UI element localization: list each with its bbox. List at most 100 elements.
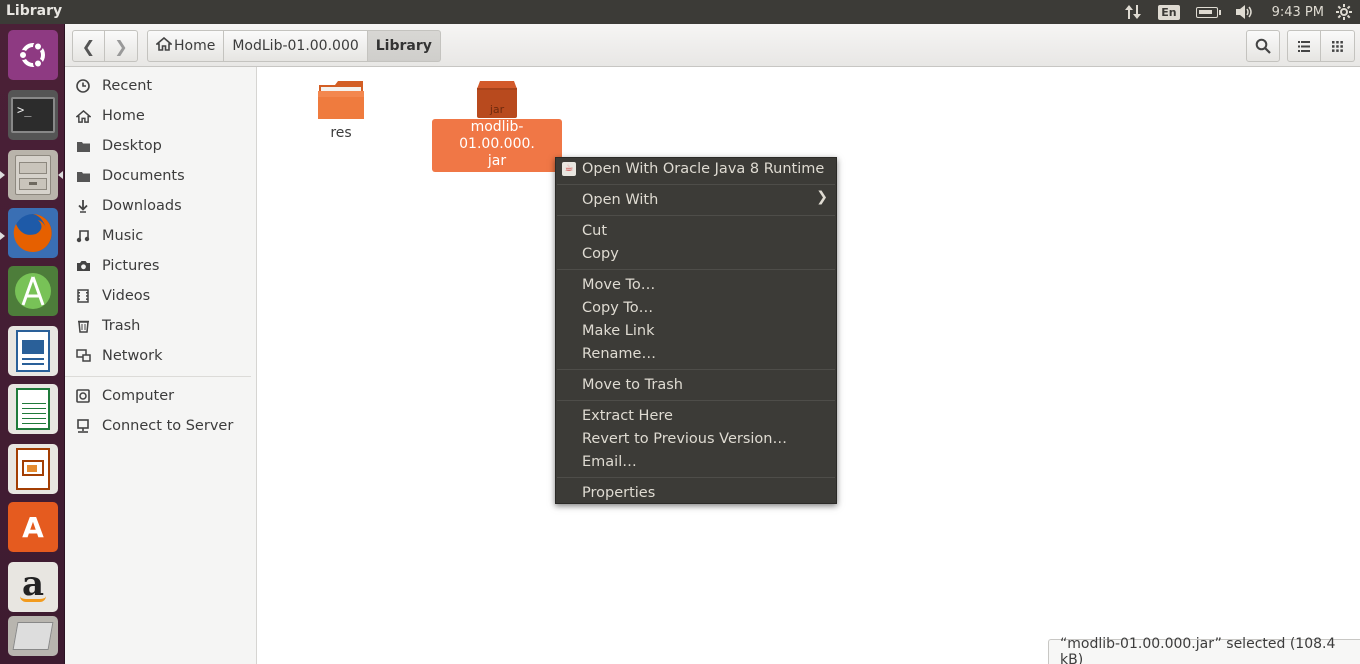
menu-extract-here[interactable]: Extract Here	[582, 405, 673, 427]
menu-copy[interactable]: Copy	[582, 243, 619, 265]
running-indicator	[0, 232, 5, 240]
back-button[interactable]: ❮	[72, 30, 105, 62]
search-icon	[1255, 38, 1271, 54]
breadcrumb-home[interactable]: Home	[147, 30, 225, 62]
battery-icon[interactable]	[1188, 0, 1226, 24]
software-center-icon[interactable]: A	[8, 502, 58, 552]
menu-separator	[557, 369, 835, 370]
volume-icon[interactable]	[1226, 0, 1262, 24]
chevron-right-icon: ❯	[816, 189, 828, 205]
network-icon	[75, 348, 91, 364]
clock[interactable]: 9:43 PM	[1262, 0, 1334, 24]
sidebar-item-computer[interactable]: Computer	[65, 381, 256, 411]
view-buttons	[1287, 30, 1355, 62]
server-icon	[75, 418, 91, 434]
firefox-icon[interactable]	[8, 208, 58, 258]
menu-revert-version[interactable]: Revert to Previous Version…	[582, 428, 787, 450]
menu-rename[interactable]: Rename…	[582, 343, 656, 365]
calc-icon[interactable]	[8, 384, 58, 434]
sidebar-item-label: Computer	[102, 388, 175, 404]
chevron-left-icon: ❮	[81, 36, 96, 56]
desktop-folder-icon	[75, 138, 91, 154]
file-name-selected: modlib-01.00.000. jar	[432, 119, 562, 172]
menu-separator	[557, 184, 835, 185]
workspace-icon[interactable]	[8, 616, 58, 656]
menu-email[interactable]: Email…	[582, 451, 637, 473]
file-cabinet-icon[interactable]	[8, 150, 58, 200]
java-icon: ☕	[562, 162, 576, 176]
menu-cut[interactable]: Cut	[582, 220, 607, 242]
navigation-buttons: ❮ ❯	[72, 30, 138, 62]
trash-icon	[75, 318, 91, 334]
gear-icon[interactable]	[1334, 0, 1360, 24]
android-studio-icon[interactable]	[8, 266, 58, 316]
sidebar-item-label: Home	[102, 108, 145, 124]
archive-badge: jar	[489, 103, 505, 116]
menu-open-with[interactable]: Open With	[582, 189, 658, 211]
sidebar-item-recent[interactable]: Recent	[65, 71, 256, 101]
search-button[interactable]	[1246, 30, 1280, 62]
sidebar-item-label: Documents	[102, 168, 185, 184]
writer-icon[interactable]	[8, 326, 58, 376]
sidebar-item-label: Pictures	[102, 258, 160, 274]
clock-icon	[75, 78, 91, 94]
menu-separator	[557, 215, 835, 216]
documents-icon	[75, 168, 91, 184]
menu-separator	[557, 477, 835, 478]
amazon-icon[interactable]: a	[8, 562, 58, 612]
sidebar-item-music[interactable]: Music	[65, 221, 256, 251]
context-menu: ☕ Open With Oracle Java 8 Runtime Open W…	[555, 157, 837, 504]
grid-icon	[1332, 40, 1343, 52]
ubuntu-logo-icon[interactable]	[8, 30, 58, 80]
sidebar-item-connect-to-server[interactable]: Connect to Server	[65, 411, 256, 441]
menu-move-to-trash[interactable]: Move to Trash	[582, 374, 683, 396]
sidebar: Recent Home Desktop Documents Downloads …	[65, 67, 257, 664]
chevron-right-icon: ❯	[114, 36, 128, 56]
breadcrumb-label: Home	[174, 38, 216, 54]
terminal-icon[interactable]: >_	[8, 90, 58, 140]
network-updown-icon[interactable]	[1116, 0, 1150, 24]
sidebar-item-label: Videos	[102, 288, 151, 304]
file-name: res	[330, 125, 352, 141]
system-tray: En 9:43 PM	[1116, 0, 1360, 24]
menu-open-with-java[interactable]: Open With Oracle Java 8 Runtime	[582, 158, 824, 180]
sidebar-item-home[interactable]: Home	[65, 101, 256, 131]
window-title: Library	[6, 3, 63, 19]
sidebar-item-trash[interactable]: Trash	[65, 311, 256, 341]
sidebar-item-downloads[interactable]: Downloads	[65, 191, 256, 221]
home-icon	[154, 36, 174, 55]
menu-move-to[interactable]: Move To…	[582, 274, 655, 296]
sidebar-item-pictures[interactable]: Pictures	[65, 251, 256, 281]
impress-icon[interactable]	[8, 444, 58, 494]
list-view-icon	[1298, 40, 1310, 52]
status-bar: “modlib-01.00.000.jar” selected (108.4 k…	[1048, 636, 1360, 664]
camera-icon	[75, 258, 91, 274]
top-panel: Library En 9:43 PM	[0, 0, 1360, 24]
launcher: >_ A a	[0, 24, 65, 664]
breadcrumb-modlib[interactable]: ModLib-01.00.000	[224, 30, 368, 62]
grid-menu-button[interactable]	[1321, 30, 1355, 62]
sidebar-item-videos[interactable]: Videos	[65, 281, 256, 311]
toolbar: ❮ ❯ Home ModLib-01.00.000 Library	[65, 24, 1360, 67]
list-view-button[interactable]	[1287, 30, 1321, 62]
sidebar-item-desktop[interactable]: Desktop	[65, 131, 256, 161]
menu-copy-to[interactable]: Copy To…	[582, 297, 653, 319]
menu-properties[interactable]: Properties	[582, 482, 655, 504]
focus-indicator	[58, 171, 63, 179]
forward-button[interactable]: ❯	[105, 30, 138, 62]
keyboard-layout-label: En	[1158, 4, 1180, 20]
file-item-res[interactable]: res	[311, 79, 371, 142]
menu-make-link[interactable]: Make Link	[582, 320, 655, 342]
menu-separator	[557, 400, 835, 401]
sidebar-item-label: Recent	[102, 78, 153, 94]
sidebar-divider	[65, 376, 251, 377]
keyboard-layout-indicator[interactable]: En	[1150, 0, 1187, 24]
sidebar-item-label: Network	[102, 348, 163, 364]
sidebar-item-documents[interactable]: Documents	[65, 161, 256, 191]
breadcrumb-library[interactable]: Library	[367, 30, 441, 62]
computer-icon	[75, 388, 91, 404]
video-icon	[75, 288, 91, 304]
sidebar-item-label: Trash	[102, 318, 141, 334]
file-item-jar[interactable]: jar modlib-01.00.000. jar	[432, 79, 562, 172]
sidebar-item-network[interactable]: Network	[65, 341, 256, 371]
